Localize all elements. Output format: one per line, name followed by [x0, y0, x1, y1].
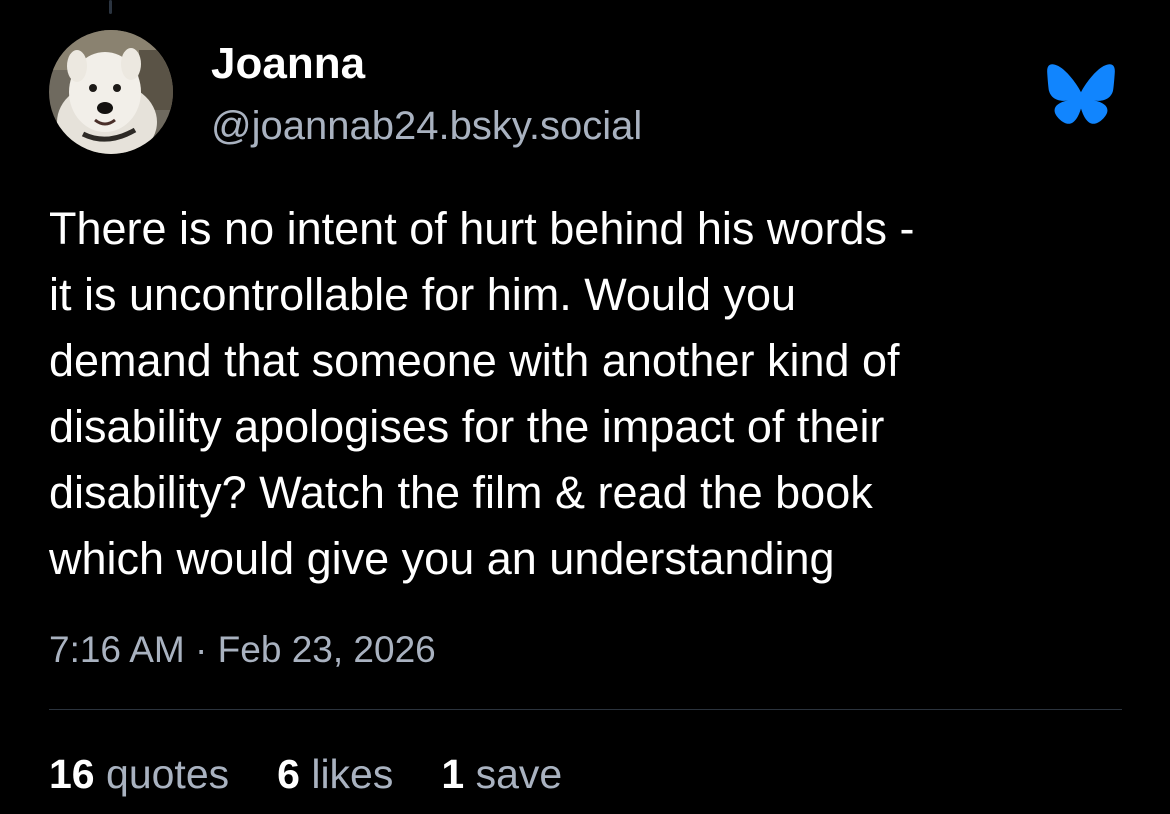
likes-count: 6	[277, 751, 300, 797]
divider	[49, 709, 1122, 710]
post-timestamp[interactable]: 7:16 AM · Feb 23, 2026	[49, 624, 436, 676]
saves-stat[interactable]: 1 save	[441, 748, 562, 800]
quotes-count: 16	[49, 751, 95, 797]
post-time: 7:16 AM	[49, 629, 185, 670]
post-date: Feb 23, 2026	[217, 629, 436, 670]
saves-count: 1	[441, 751, 465, 797]
thread-connector-line	[109, 0, 112, 14]
dog-avatar-image	[49, 30, 173, 154]
author-handle[interactable]: @joannab24.bsky.social	[211, 102, 642, 150]
saves-label: save	[475, 751, 563, 797]
author-name[interactable]: Joanna	[211, 38, 365, 90]
quotes-label: quotes	[106, 751, 230, 797]
likes-label: likes	[311, 751, 394, 797]
avatar[interactable]	[49, 30, 173, 154]
quotes-stat[interactable]: 16 quotes	[49, 748, 229, 800]
likes-stat[interactable]: 6 likes	[277, 748, 393, 800]
meta-separator: ·	[195, 629, 208, 670]
bluesky-butterfly-icon	[1046, 63, 1116, 125]
post-stats: 16 quotes 6 likes 1 save	[49, 748, 610, 800]
post-text: There is no intent of hurt behind his wo…	[49, 203, 915, 584]
